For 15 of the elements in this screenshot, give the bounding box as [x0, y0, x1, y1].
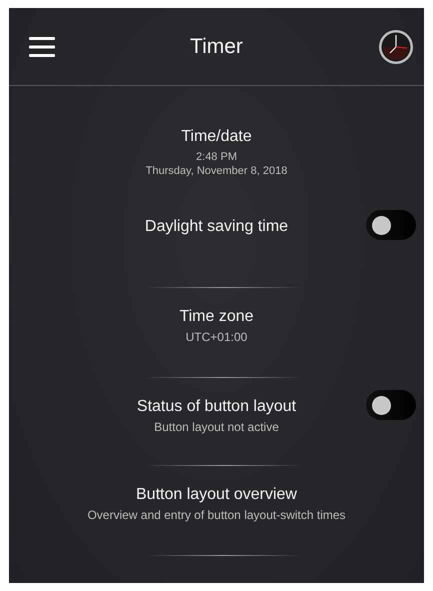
setting-value: UTC+01:00: [186, 330, 248, 344]
clock-icon[interactable]: [378, 28, 414, 64]
toggle-switch[interactable]: [366, 390, 416, 420]
setting-value: Overview and entry of button layout-switch times: [87, 508, 346, 522]
setting-title[interactable]: Daylight saving time: [144, 218, 288, 236]
setting-title[interactable]: Time/date: [181, 128, 252, 146]
setting-title[interactable]: Time zone: [179, 308, 254, 326]
screen-title: Timer: [190, 34, 243, 58]
setting-title[interactable]: Status of button layout: [136, 398, 296, 416]
menu-icon[interactable]: [29, 36, 55, 58]
setting-value: Button layout not active: [154, 420, 279, 434]
setting-value: Thursday, November 8, 2018: [146, 164, 288, 178]
toggle-switch[interactable]: [366, 210, 416, 240]
setting-title[interactable]: Button layout overview: [136, 486, 297, 504]
setting-value: 2:48 PM: [196, 150, 237, 164]
